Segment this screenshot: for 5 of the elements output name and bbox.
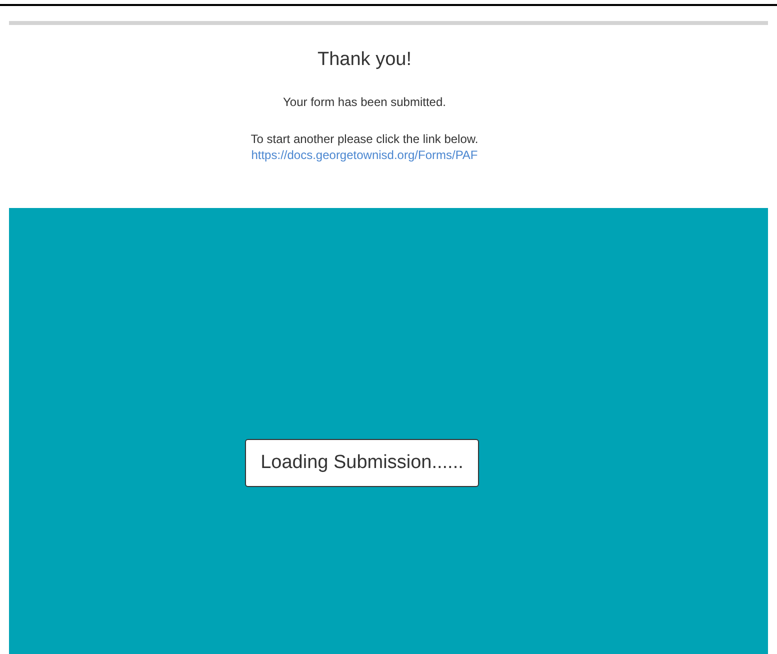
- loading-message: Loading Submission......: [245, 439, 479, 487]
- instruction-text: To start another please click the link below.: [250, 131, 478, 147]
- confirmation-text: Your form has been submitted.: [283, 94, 446, 110]
- form-link[interactable]: https://docs.georgetownisd.org/Forms/PAF: [251, 147, 478, 163]
- page-heading: Thank you!: [318, 48, 412, 72]
